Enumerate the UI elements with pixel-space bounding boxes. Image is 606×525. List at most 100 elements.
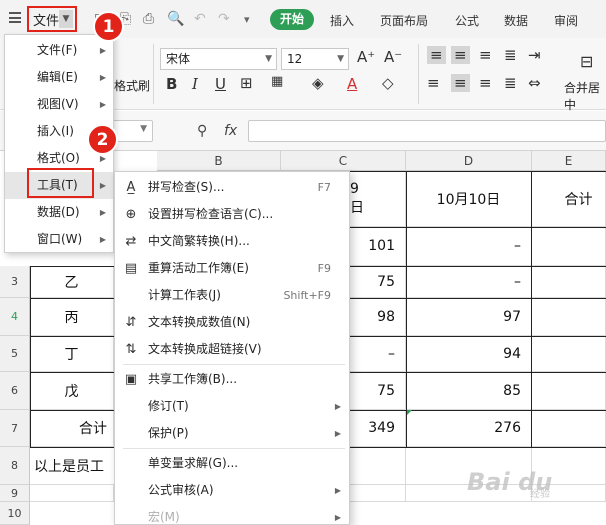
cell-d3[interactable]: – xyxy=(406,266,532,298)
cell-c2[interactable]: 101 xyxy=(350,227,406,266)
tab-insert[interactable]: 插入 xyxy=(330,12,354,29)
row-header-10[interactable]: 10 xyxy=(0,502,30,525)
align-top-icon[interactable]: ≡ xyxy=(427,46,446,64)
menu-item-recalc-workbook[interactable]: ▤ 重算活动工作簿(E) F9 xyxy=(115,255,349,282)
tab-review[interactable]: 审阅 xyxy=(554,12,578,29)
merge-icon[interactable]: ⊟ xyxy=(580,52,593,71)
menu-item-goal-seek[interactable]: 单变量求解(G)... xyxy=(115,450,349,477)
menu-item-edit[interactable]: 编辑(E) ▶ xyxy=(5,64,113,91)
row-header-3[interactable]: 3 xyxy=(0,266,30,298)
decrease-font-icon[interactable]: A⁻ xyxy=(384,48,402,66)
tab-data[interactable]: 数据 xyxy=(504,12,528,29)
column-header-d[interactable]: D xyxy=(406,151,532,171)
cell-e6[interactable] xyxy=(532,372,606,410)
cell-b3[interactable]: 乙 xyxy=(30,266,114,298)
align-middle-icon[interactable]: ≡ xyxy=(451,46,470,64)
row-header-5[interactable]: 5 xyxy=(0,336,30,372)
redo-icon[interactable]: ↷ xyxy=(218,11,230,27)
print-icon[interactable]: ⎙ xyxy=(143,11,154,27)
merge-center-label[interactable]: 合并居中 xyxy=(564,79,606,113)
cell-e4[interactable] xyxy=(532,298,606,336)
row-header-6[interactable]: 6 xyxy=(0,372,30,410)
menu-item-calc-sheet[interactable]: 计算工作表(J) Shift+F9 xyxy=(115,282,349,309)
header-date-9[interactable]: 9日 xyxy=(350,171,406,227)
menu-item-macro[interactable]: 宏(M) ▶ xyxy=(115,504,349,525)
font-name-select[interactable]: 宋体 ▼ xyxy=(160,48,277,70)
distribute-icon[interactable]: ⇔ xyxy=(528,74,541,92)
menu-item-protect[interactable]: 保护(P) ▶ xyxy=(115,420,349,447)
cell-d5[interactable]: 94 xyxy=(406,336,532,372)
menu-item-text-to-number[interactable]: ⇵ 文本转换成数值(N) xyxy=(115,309,349,336)
cell-c4[interactable]: 98 xyxy=(350,298,406,336)
menu-item-revisions[interactable]: 修订(T) ▶ xyxy=(115,393,349,420)
border-icon[interactable]: ⊞ xyxy=(240,74,253,92)
menu-item-window[interactable]: 窗口(W) ▶ xyxy=(5,226,113,253)
cell-c8[interactable] xyxy=(350,447,406,485)
formula-input[interactable] xyxy=(248,120,606,142)
cell-d4[interactable]: 97 xyxy=(406,298,532,336)
bold-icon[interactable]: B xyxy=(166,75,177,93)
cell-style-icon[interactable]: ▦ xyxy=(271,74,283,89)
cell-c7[interactable]: 349 xyxy=(350,410,406,447)
header-date-10[interactable]: 10月10日 xyxy=(406,171,532,227)
menu-item-data[interactable]: 数据(D) ▶ xyxy=(5,199,113,226)
indent-icon[interactable]: ⇥ xyxy=(528,46,541,64)
cell-e3[interactable] xyxy=(532,266,606,298)
row-header-8[interactable]: 8 xyxy=(0,447,30,485)
row-header-7[interactable]: 7 xyxy=(0,410,30,447)
customize-icon[interactable]: ▾ xyxy=(244,13,250,26)
font-size-select[interactable]: 12 ▼ xyxy=(281,48,349,70)
align-center-icon[interactable]: ≡ xyxy=(451,74,470,92)
cell-e7[interactable] xyxy=(532,410,606,447)
cell-c6[interactable]: 75 xyxy=(350,372,406,410)
hamburger-menu-icon[interactable] xyxy=(9,12,21,23)
menu-item-formula-audit[interactable]: 公式审核(A) ▶ xyxy=(115,477,349,504)
menu-item-file[interactable]: 文件(F) ▶ xyxy=(5,37,113,64)
row-header-9[interactable]: 9 xyxy=(0,485,30,502)
tab-page-layout[interactable]: 页面布局 xyxy=(380,12,428,29)
cell-b4[interactable]: 丙 xyxy=(30,298,114,336)
cell-b9[interactable] xyxy=(30,485,114,502)
underline-icon[interactable]: U xyxy=(215,75,226,93)
font-color-icon[interactable]: A xyxy=(347,75,357,93)
column-header-b[interactable]: B xyxy=(157,151,281,171)
column-header-c[interactable]: C xyxy=(281,151,406,171)
cell-b8[interactable]: 以上是员工 xyxy=(30,447,114,485)
cell-c3[interactable]: 75 xyxy=(350,266,406,298)
cell-c5[interactable]: – xyxy=(350,336,406,372)
format-painter-label[interactable]: 格式刷 xyxy=(114,77,150,94)
print-preview-icon[interactable]: 🔍 xyxy=(167,11,184,27)
cell-b5[interactable]: 丁 xyxy=(30,336,114,372)
cell-d6[interactable]: 85 xyxy=(406,372,532,410)
column-header-e[interactable]: E xyxy=(532,151,606,171)
align-left-icon[interactable]: ≡ xyxy=(427,74,440,92)
chevron-down-icon[interactable]: ▼ xyxy=(59,10,73,28)
undo-icon[interactable]: ↶ xyxy=(194,11,206,27)
cell-b7[interactable]: 合计 xyxy=(30,410,114,447)
cell-d7[interactable]: 276 xyxy=(406,410,532,447)
cell-d2[interactable]: – xyxy=(406,227,532,266)
fx-icon[interactable]: fx xyxy=(224,123,237,139)
menu-item-share-workbook[interactable]: ▣ 共享工作簿(B)... xyxy=(115,366,349,393)
menu-item-spell-language[interactable]: ⊕ 设置拼写检查语言(C)... xyxy=(115,201,349,228)
cell-e5[interactable] xyxy=(532,336,606,372)
text-direction-icon[interactable]: ≣ xyxy=(504,46,517,64)
zoom-icon[interactable]: ⚲ xyxy=(197,123,207,139)
tab-start[interactable]: 开始 xyxy=(270,9,314,30)
file-menu-button[interactable]: 文件 ▼ xyxy=(27,6,77,32)
fill-color-icon[interactable]: ◈ xyxy=(312,74,324,92)
menu-item-chinese-convert[interactable]: ⇄ 中文简繁转换(H)... xyxy=(115,228,349,255)
justify-icon[interactable]: ≣ xyxy=(504,74,517,92)
cell-b6[interactable]: 戊 xyxy=(30,372,114,410)
header-total[interactable]: 合计 xyxy=(532,171,606,227)
row-header-4[interactable]: 4 xyxy=(0,298,30,336)
menu-item-spellcheck[interactable]: A̲ 拼写检查(S)... F7 xyxy=(115,174,349,201)
increase-font-icon[interactable]: A⁺ xyxy=(357,48,375,66)
cell-e2[interactable] xyxy=(532,227,606,266)
align-bottom-icon[interactable]: ≡ xyxy=(479,46,492,64)
menu-item-text-to-link[interactable]: ⇅ 文本转换成超链接(V) xyxy=(115,336,349,363)
cell-c9[interactable] xyxy=(350,485,406,502)
clear-format-icon[interactable]: ◇ xyxy=(382,74,394,92)
tab-formulas[interactable]: 公式 xyxy=(455,12,479,29)
align-right-icon[interactable]: ≡ xyxy=(479,74,492,92)
